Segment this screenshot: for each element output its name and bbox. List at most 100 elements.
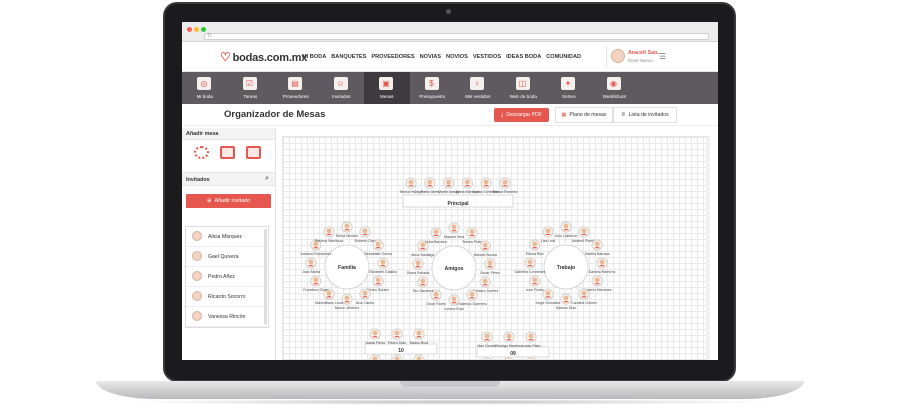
- seat-guest[interactable]: Oscar Pérez: [480, 258, 500, 275]
- face-icon: [446, 179, 451, 185]
- tab-sorteo[interactable]: ✦ Sorteo: [546, 72, 592, 104]
- seat-guest[interactable]: Marco Ríos: [410, 328, 429, 345]
- tab-proveedores[interactable]: ▤ Proveedores: [273, 72, 319, 104]
- seat-guest[interactable]: Diana Estrada: [407, 258, 430, 275]
- seating-canvas[interactable]: Principal Tenna Hidalgo Pablo Ahes Martin A…: [282, 136, 710, 360]
- nav-item[interactable]: COMUNIDAD: [546, 54, 581, 60]
- guest-name: Manolo Díaz: [556, 306, 576, 310]
- seat-guest[interactable]: Manuel Vela: [444, 222, 464, 239]
- maximize-window-icon[interactable]: [201, 27, 206, 32]
- guest-list-button[interactable]: ≣ Lista de invitados: [613, 107, 677, 123]
- tab-tareas[interactable]: ☑ Tareas: [228, 72, 274, 104]
- download-pdf-button[interactable]: ⤓ Descargar PDF: [494, 108, 549, 122]
- seat-guest[interactable]: Daniela Domínguez: [471, 357, 503, 360]
- guests-heading: Invitados ⌕: [182, 172, 275, 186]
- tab-invitados[interactable]: ☺ Invitados: [319, 72, 365, 104]
- user-avatar: [611, 49, 625, 63]
- seat-guest[interactable]: Juana Fierro: [365, 328, 385, 345]
- nav-item[interactable]: VESTIDOS: [473, 54, 501, 60]
- guest-list-label: Lista de invitados: [628, 112, 669, 118]
- canvas-scrollbar[interactable]: [706, 137, 710, 360]
- seat-guest[interactable]: Julio Calderón: [555, 221, 578, 238]
- seat-guest[interactable]: Pedro Díaz: [388, 328, 406, 345]
- table-trabajo[interactable]: Trabajo: [543, 244, 589, 290]
- face-icon: [528, 333, 534, 339]
- table-10[interactable]: 10: [364, 343, 438, 355]
- seat-guest[interactable]: Francisco Chen: [303, 275, 328, 292]
- seat-guest[interactable]: Pablo Ahes: [421, 177, 439, 194]
- face-icon: [581, 228, 587, 234]
- tab-weddshoot[interactable]: ◉ Weddshoot: [592, 72, 638, 104]
- guest-row[interactable]: Alicia Márquez: [186, 227, 268, 247]
- seat-guest[interactable]: Daniela Ramírez: [589, 257, 616, 274]
- search-icon[interactable]: ⌕: [265, 175, 269, 183]
- seat-guest[interactable]: Max Gómez: [477, 331, 497, 348]
- seat-guest[interactable]: Ivan Flores: [526, 275, 544, 292]
- guest-row[interactable]: Gael Quivera: [186, 247, 268, 267]
- hamburger-menu-icon[interactable]: ☰: [659, 52, 666, 61]
- seat-guest[interactable]: Gabriela Cervantes: [515, 257, 546, 274]
- guest-list-scrollbar[interactable]: [264, 229, 267, 325]
- seat-guest[interactable]: Pedro Solano: [367, 275, 389, 292]
- browser-chrome: ↻: [182, 22, 718, 42]
- seat-guest[interactable]: Lisa Leal: [541, 226, 556, 243]
- planner-toolbar: ◎ Mi boda ☑ Tareas ▤ Proveedores ☺ Invitados ▣ Me…: [182, 72, 718, 104]
- guest-row[interactable]: Pedro Añez: [186, 267, 268, 287]
- table-familia[interactable]: Familia: [324, 244, 370, 290]
- seat-guest[interactable]: Elizabeth Castillo: [369, 257, 397, 274]
- nav-item[interactable]: MI BODA: [302, 54, 326, 60]
- seat-guest[interactable]: Rodrigo Martínez: [495, 331, 523, 348]
- nav-item[interactable]: NOVIAS: [420, 54, 441, 60]
- rectangular-table-icon[interactable]: [246, 146, 261, 159]
- seat-guest[interactable]: Javier Soto: [522, 357, 540, 360]
- table-principal[interactable]: Principal: [402, 194, 514, 208]
- round-table-icon[interactable]: [194, 146, 209, 159]
- site-logo[interactable]: ♡ bodas.com.mx: [220, 50, 307, 64]
- guest-name: Adriana Fernández: [301, 252, 332, 256]
- face-icon: [594, 277, 600, 283]
- face-icon: [451, 224, 457, 230]
- guest-name: Lorena Díaz: [444, 307, 464, 311]
- seat-guest[interactable]: Elena Arias: [388, 354, 406, 360]
- budget-icon: $: [424, 77, 439, 90]
- minimize-window-icon[interactable]: [194, 27, 199, 32]
- seat-guest[interactable]: Teo Sánchez: [412, 276, 433, 293]
- seat-guest[interactable]: Gustavo Gómez: [472, 276, 498, 293]
- rings-icon: ◎: [197, 77, 211, 90]
- seat-guest[interactable]: Lucas Plata: [522, 331, 541, 348]
- tab-mi-boda[interactable]: ◎ Mi boda: [182, 72, 228, 104]
- address-bar[interactable]: ↻: [204, 33, 709, 40]
- seat-guest[interactable]: Elena Montes: [336, 221, 358, 238]
- guest-name: Eliana Ruiz: [526, 252, 544, 256]
- refresh-icon[interactable]: ↻: [207, 32, 212, 39]
- tab-mesas[interactable]: ▣ Mesas: [364, 72, 410, 104]
- face-icon: [433, 291, 439, 297]
- tab-mis-vestidos[interactable]: ♀ Mis vestidos: [455, 72, 501, 104]
- seat-guest[interactable]: Marco Báez: [409, 354, 428, 360]
- seat-guest[interactable]: Roberto Mendoza: [583, 275, 612, 292]
- guest-row[interactable]: Ricardo Socorro: [186, 287, 268, 307]
- nav-item[interactable]: BANQUETES: [331, 54, 366, 60]
- nav-item[interactable]: NOVIOS: [446, 54, 468, 60]
- table-name: Amigos: [444, 266, 463, 272]
- seat-guest[interactable]: Noelia Ramírez: [363, 354, 388, 360]
- seat-guest[interactable]: Joan María: [302, 257, 320, 274]
- add-guest-button[interactable]: ⊕ Añadir invitado: [186, 194, 271, 208]
- user-menu[interactable]: Araceli San... Nivel Nuevo ☰: [606, 46, 698, 68]
- nav-item[interactable]: IDEAS BODA: [506, 54, 541, 60]
- guest-row[interactable]: Vanessa Rincón: [186, 307, 268, 327]
- square-table-icon[interactable]: [220, 146, 235, 159]
- guest-avatar: [192, 291, 202, 301]
- table-amigos[interactable]: Amigos: [431, 245, 477, 291]
- nav-item[interactable]: PROVEEDORES: [371, 54, 414, 60]
- seat-guest[interactable]: Tenna Hidalgo: [400, 177, 423, 194]
- table-09[interactable]: 09: [476, 346, 550, 358]
- seat-guest[interactable]: Rosa Hernández: [496, 357, 523, 360]
- floor-plan-button[interactable]: ▦ Plano de mesas: [555, 107, 613, 123]
- seat-guest[interactable]: Teresa Ramírez: [492, 177, 518, 194]
- tab-web-de-boda[interactable]: ◫ Web de boda: [501, 72, 547, 104]
- tab-presupuesto[interactable]: $ Presupuesto: [410, 72, 456, 104]
- seat-guest[interactable]: Teresa Plata: [462, 227, 482, 244]
- close-window-icon[interactable]: [187, 27, 192, 32]
- tab-label: Web de boda: [509, 94, 537, 99]
